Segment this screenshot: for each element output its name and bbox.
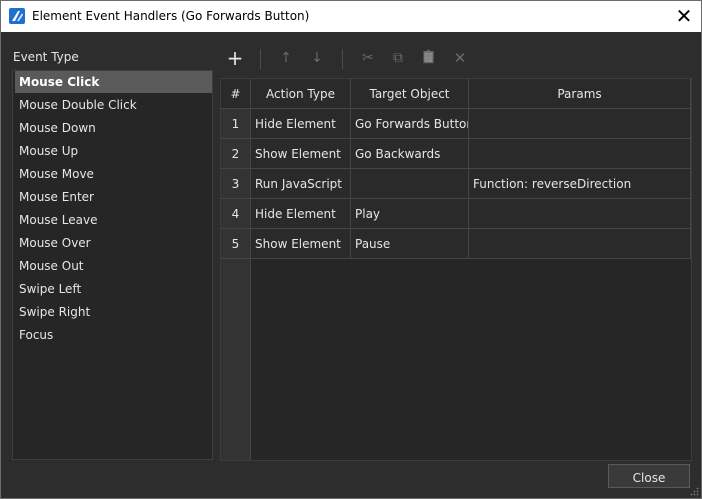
scissors-icon: ✂ (362, 50, 374, 66)
target-object-cell[interactable]: Go Forwards Button (351, 109, 469, 139)
window-title: Element Event Handlers (Go Forwards Butt… (32, 9, 310, 23)
action-type-cell[interactable]: Hide Element (251, 109, 351, 139)
event-item-swipe-right[interactable]: Swipe Right (15, 301, 212, 323)
close-button[interactable]: Close (608, 464, 690, 488)
event-type-label: Event Type (13, 50, 79, 64)
event-item-focus[interactable]: Focus (15, 324, 212, 346)
move-down-button[interactable]: ↓ (304, 45, 330, 71)
event-item-mouse-double-click[interactable]: Mouse Double Click (15, 94, 212, 116)
arrow-down-icon: ↓ (311, 50, 323, 66)
event-type-list: Mouse Click Mouse Double Click Mouse Dow… (12, 70, 213, 460)
add-action-button[interactable]: + (222, 45, 248, 71)
plus-icon: + (226, 46, 244, 70)
toolbar-separator (342, 49, 343, 69)
event-item-mouse-move[interactable]: Mouse Move (15, 163, 212, 185)
action-type-cell[interactable]: Run JavaScript (251, 169, 351, 199)
row-number[interactable]: 3 (221, 169, 251, 199)
action-type-cell[interactable]: Show Element (251, 229, 351, 259)
action-type-cell[interactable]: Hide Element (251, 199, 351, 229)
arrow-up-icon: ↑ (280, 50, 292, 66)
paste-icon: 📋 (420, 50, 438, 65)
column-header-number[interactable]: # (221, 79, 251, 109)
row-number[interactable]: 1 (221, 109, 251, 139)
event-item-mouse-over[interactable]: Mouse Over (15, 232, 212, 254)
target-object-cell[interactable] (351, 169, 469, 199)
params-cell[interactable] (469, 229, 691, 259)
actions-toolbar: + ↑ ↓ ✂ ⧉ 📋 ✕ (220, 45, 690, 73)
column-header-target-object[interactable]: Target Object (351, 79, 469, 109)
params-cell[interactable] (469, 139, 691, 169)
copy-button[interactable]: ⧉ (385, 45, 411, 71)
paste-button[interactable]: 📋 (416, 45, 442, 71)
toolbar-separator (260, 49, 261, 69)
event-item-mouse-out[interactable]: Mouse Out (15, 255, 212, 277)
app-logo-icon (9, 8, 25, 24)
event-item-swipe-left[interactable]: Swipe Left (15, 278, 212, 300)
target-object-cell[interactable]: Play (351, 199, 469, 229)
params-cell[interactable] (469, 199, 691, 229)
row-number[interactable]: 5 (221, 229, 251, 259)
event-item-mouse-enter[interactable]: Mouse Enter (15, 186, 212, 208)
cut-button[interactable]: ✂ (355, 45, 381, 71)
params-cell[interactable]: Function: reverseDirection (469, 169, 691, 199)
params-cell[interactable] (469, 109, 691, 139)
target-object-cell[interactable]: Pause (351, 229, 469, 259)
action-type-cell[interactable]: Show Element (251, 139, 351, 169)
copy-icon: ⧉ (393, 50, 403, 66)
move-up-button[interactable]: ↑ (273, 45, 299, 71)
event-item-mouse-click[interactable]: Mouse Click (15, 71, 212, 93)
event-item-mouse-down[interactable]: Mouse Down (15, 117, 212, 139)
delete-icon: ✕ (453, 49, 467, 67)
column-header-params[interactable]: Params (469, 79, 691, 109)
dialog-window: Element Event Handlers (Go Forwards Butt… (0, 0, 702, 499)
actions-table: # Action Type Target Object Params 1 Hid… (220, 78, 692, 461)
event-item-mouse-up[interactable]: Mouse Up (15, 140, 212, 162)
resize-grip-icon[interactable] (689, 486, 699, 496)
title-bar: Element Event Handlers (Go Forwards Butt… (1, 1, 701, 32)
row-number[interactable]: 4 (221, 199, 251, 229)
event-item-mouse-leave[interactable]: Mouse Leave (15, 209, 212, 231)
row-number[interactable]: 2 (221, 139, 251, 169)
target-object-cell[interactable]: Go Backwards (351, 139, 469, 169)
delete-button[interactable]: ✕ (447, 45, 473, 71)
column-header-action-type[interactable]: Action Type (251, 79, 351, 109)
close-icon[interactable]: ✕ (673, 4, 695, 28)
